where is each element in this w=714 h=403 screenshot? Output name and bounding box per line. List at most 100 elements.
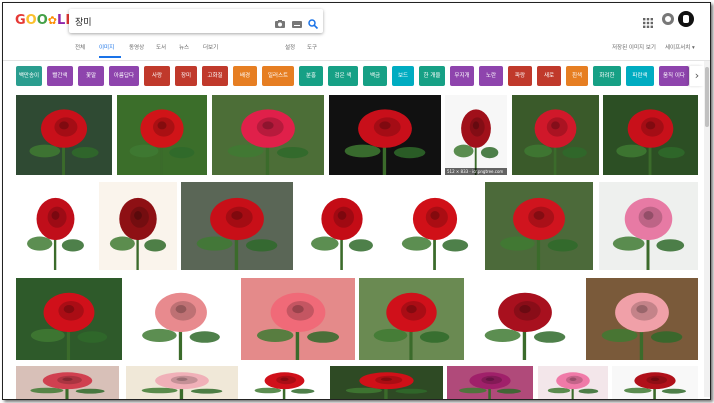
active-tab-indicator	[99, 56, 121, 58]
tab-books[interactable]: 도서	[156, 43, 166, 51]
image-result-tile[interactable]	[599, 182, 698, 270]
rose-image	[603, 95, 698, 175]
image-result-tile[interactable]	[586, 278, 698, 360]
related-search-chip[interactable]: 무지개	[450, 66, 474, 86]
tab-news[interactable]: 뉴스	[179, 43, 189, 51]
rose-image	[359, 278, 464, 360]
related-search-chip[interactable]: 일러스트	[262, 66, 294, 86]
tab-settings[interactable]: 설정	[285, 43, 295, 51]
image-result-tile[interactable]	[16, 182, 95, 270]
related-search-chip[interactable]: 분홍	[299, 66, 323, 86]
image-result-tile[interactable]	[603, 95, 698, 175]
image-result-tile[interactable]	[16, 278, 122, 360]
related-search-chip[interactable]: 화려한	[593, 66, 621, 86]
image-result-tile[interactable]	[330, 366, 443, 399]
image-result-tile[interactable]	[299, 182, 385, 270]
rose-image	[212, 95, 324, 175]
tab-images[interactable]: 이미지	[99, 43, 114, 51]
rose-image	[389, 182, 481, 270]
safesearch-menu[interactable]: 세이프서치 ▾	[665, 43, 695, 51]
related-search-chip[interactable]: 백금	[363, 66, 387, 86]
image-source-caption: 512 × 833 · icr.pngtree.com	[445, 168, 507, 175]
rose-image	[16, 366, 119, 399]
image-result-tile[interactable]: 512 × 833 · icr.pngtree.com	[445, 95, 507, 175]
rose-image	[538, 366, 608, 399]
logo-letter-g: G	[15, 13, 26, 28]
related-search-chip[interactable]: 장미	[175, 66, 197, 86]
rose-image	[241, 278, 355, 360]
notifications-icon[interactable]	[662, 13, 674, 25]
related-search-chip[interactable]: 움직 이다	[659, 66, 689, 86]
scrollbar[interactable]	[704, 61, 710, 397]
search-input[interactable]	[75, 12, 265, 30]
camera-icon[interactable]	[274, 15, 286, 28]
tab-all[interactable]: 전체	[75, 43, 85, 51]
image-result-tile[interactable]	[538, 366, 608, 399]
rose-image	[117, 95, 207, 175]
image-result-tile[interactable]	[181, 182, 293, 270]
image-result-tile[interactable]	[469, 278, 581, 360]
rose-image	[330, 366, 443, 399]
rose-image	[299, 182, 385, 270]
rose-image	[512, 95, 599, 175]
saved-images-link[interactable]: 저장된 이미지 보기	[612, 43, 656, 51]
rose-image	[99, 182, 177, 270]
related-search-chip[interactable]: 새로	[537, 66, 561, 86]
related-search-chip[interactable]: 아름답다	[109, 66, 139, 86]
image-result-tile[interactable]	[512, 95, 599, 175]
rose-image	[16, 95, 112, 175]
related-search-chip[interactable]: 검은 색	[328, 66, 358, 86]
account-avatar-icon[interactable]	[678, 11, 694, 27]
related-search-chip[interactable]: 고화질	[202, 66, 228, 86]
related-search-chip[interactable]: 파랑	[508, 66, 532, 86]
related-search-chip[interactable]: 파란색	[626, 66, 654, 86]
related-search-chip[interactable]: 흰색	[566, 66, 588, 86]
image-result-tile[interactable]	[243, 366, 326, 399]
rose-image	[126, 366, 238, 399]
logo-letter-o1: O	[25, 13, 37, 28]
image-result-tile[interactable]	[389, 182, 481, 270]
search-box[interactable]	[69, 9, 323, 33]
related-search-chip[interactable]: 노란	[479, 66, 503, 86]
tab-videos[interactable]: 동영상	[129, 43, 144, 51]
search-icon[interactable]	[307, 15, 319, 30]
keyboard-icon[interactable]	[291, 15, 303, 28]
tab-more[interactable]: 더보기	[203, 43, 218, 51]
image-result-tile[interactable]	[447, 366, 533, 399]
image-result-tile[interactable]	[99, 182, 177, 270]
logo-letter-l: L	[57, 13, 66, 28]
logo-letter-o2: O	[36, 13, 48, 28]
chevron-right-icon[interactable]: ›	[690, 66, 704, 86]
image-result-tile[interactable]	[117, 95, 207, 175]
image-result-tile[interactable]	[329, 95, 441, 175]
image-result-tile[interactable]	[612, 366, 698, 399]
related-searches-bar: 백만송이 빨간색 꽃말 아름답다 사랑 장미 고화질 배경 일러스트 분홍 검은 색 백금 보드 한 개울…	[16, 66, 706, 88]
apps-grid-icon[interactable]	[642, 14, 654, 28]
rose-image	[127, 278, 235, 360]
related-search-chip[interactable]: 꽃말	[78, 66, 104, 86]
image-result-tile[interactable]	[16, 95, 112, 175]
related-search-chip[interactable]: 빨간색	[47, 66, 73, 86]
image-result-tile[interactable]	[359, 278, 464, 360]
google-logo[interactable]: GOO✿LE	[15, 12, 74, 30]
image-result-tile[interactable]	[126, 366, 238, 399]
tab-tools[interactable]: 도구	[307, 43, 317, 51]
related-search-chip[interactable]: 보드	[392, 66, 414, 86]
rose-image	[329, 95, 441, 175]
scrollbar-thumb[interactable]	[705, 67, 709, 127]
logo-flower-icon: ✿	[47, 14, 58, 27]
image-result-tile[interactable]	[241, 278, 355, 360]
related-search-chip[interactable]: 백만송이	[16, 66, 42, 86]
rose-image	[16, 278, 122, 360]
image-result-tile[interactable]	[127, 278, 235, 360]
rose-image	[599, 182, 698, 270]
image-result-tile[interactable]	[16, 366, 119, 399]
rose-image	[469, 278, 581, 360]
related-search-chip[interactable]: 배경	[233, 66, 257, 86]
related-search-chip[interactable]: 사랑	[144, 66, 170, 86]
related-search-chip[interactable]: 한 개울	[419, 66, 445, 86]
image-result-tile[interactable]	[485, 182, 593, 270]
rose-image	[243, 366, 326, 399]
rose-image	[612, 366, 698, 399]
image-result-tile[interactable]	[212, 95, 324, 175]
